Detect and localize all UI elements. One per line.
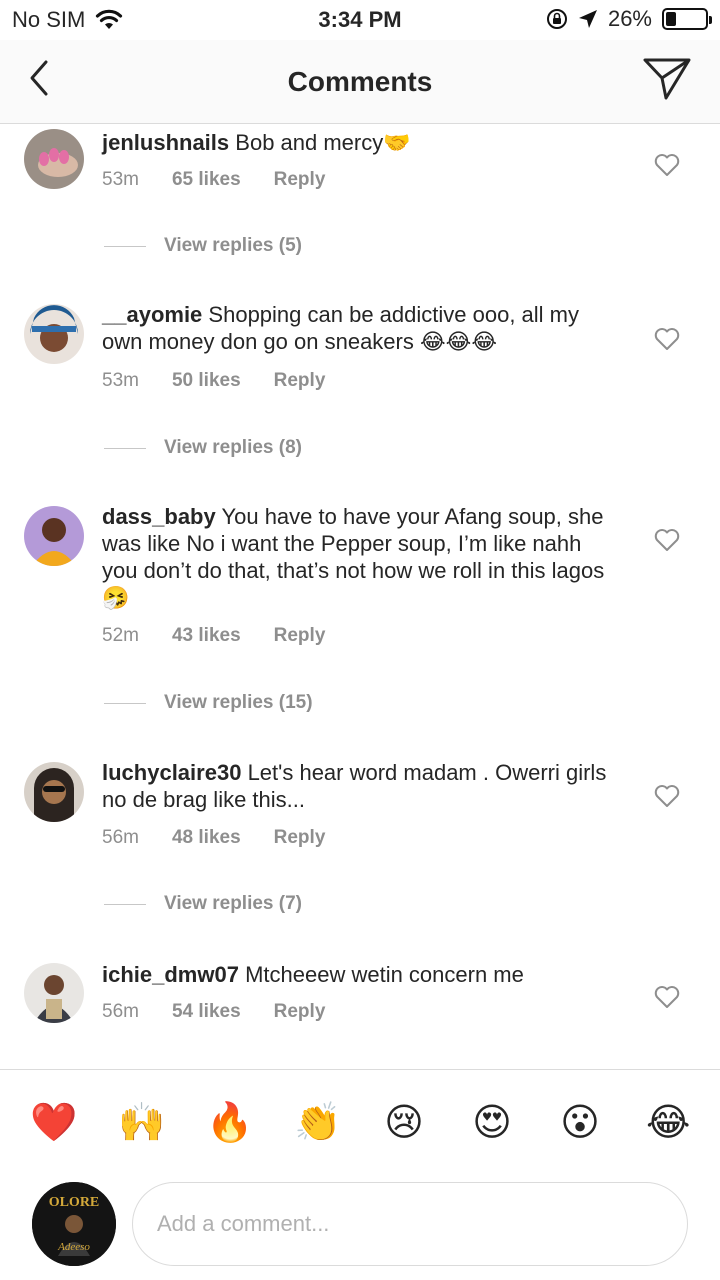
comments-list[interactable]: jenlushnails Bob and mercy🤝 53m 65 likes… [0,125,720,1069]
replies-divider [104,447,146,449]
comment-time: 53m [102,169,139,190]
emoji-raising-hands[interactable]: 🙌 [118,1100,165,1144]
battery-percent: 26% [607,6,652,31]
comment-meta: 53m 50 likes Reply [102,370,325,392]
emoji-fire[interactable]: 🔥 [206,1100,253,1144]
emoji-red-heart[interactable]: ❤️ [30,1100,77,1144]
comment-meta: 53m 65 likes Reply [102,169,325,191]
comment-meta: 56m 48 likes Reply [102,827,325,849]
page-title: Comments [287,66,433,97]
likes-count[interactable]: 43 likes [172,625,241,647]
view-replies-label[interactable]: View replies (5) [164,235,302,257]
likes-count[interactable]: 65 likes [172,169,241,191]
view-replies[interactable]: View replies (7) [104,893,302,915]
view-replies[interactable]: View replies (15) [104,692,313,714]
view-replies-label[interactable]: View replies (7) [164,893,302,915]
reply-button[interactable]: Reply [274,827,326,849]
view-replies[interactable]: View replies (5) [104,235,302,257]
comment-username[interactable]: dass_baby [102,504,216,529]
like-heart-icon[interactable] [654,985,680,1009]
emoji-surprised-face[interactable]: 😮 [558,1100,602,1144]
avatar-logo-sub: Adeeso [57,1241,90,1253]
comment-time: 56m [102,827,139,848]
emoji-clapping-hands[interactable]: 👏 [294,1100,341,1144]
emoji-heart-eyes[interactable]: 😍 [470,1100,514,1144]
avatar[interactable] [24,963,84,1023]
emoji-reaction-bar: ❤️ 🙌 🔥 👏 😢 😍 😮 😂 [0,1069,720,1177]
comment-time: 56m [102,1001,139,1022]
reply-button[interactable]: Reply [274,625,326,647]
likes-count[interactable]: 48 likes [172,827,241,849]
comment-body: __ayomie Shopping can be addictive ooo, … [102,301,622,355]
view-replies[interactable]: View replies (8) [104,437,302,459]
comment-username[interactable]: luchyclaire30 [102,760,241,785]
comment-meta: 52m 43 likes Reply [102,625,325,647]
replies-divider [104,245,146,247]
like-heart-icon[interactable] [654,327,680,351]
likes-count[interactable]: 54 likes [172,1001,241,1023]
comment-meta: 56m 54 likes Reply [102,1001,325,1023]
comment-body: ichie_dmw07 Mtcheeew wetin concern me [102,961,622,988]
like-heart-icon[interactable] [654,784,680,808]
orientation-lock-icon [546,9,567,29]
comment-body: dass_baby You have to have your Afang so… [102,503,622,611]
replies-divider [104,903,146,905]
nav-bar: Comments [0,40,720,124]
battery-icon [662,8,712,30]
status-bar: No SIM 3:34 PM 26% [0,0,720,40]
comment-text: Mtcheeew wetin concern me [245,962,524,987]
battery-fill [666,12,676,26]
comment-username[interactable]: __ayomie [102,302,202,327]
reply-button[interactable]: Reply [274,169,326,191]
comment-input[interactable] [132,1182,688,1266]
avatar[interactable] [24,762,84,822]
comment-composer: OLORE Adeeso [0,1177,720,1280]
my-avatar[interactable]: OLORE Adeeso [32,1182,116,1266]
reply-button[interactable]: Reply [274,1001,326,1023]
like-heart-icon[interactable] [654,528,680,552]
comment-body: jenlushnails Bob and mercy🤝 [102,129,622,156]
view-replies-label[interactable]: View replies (8) [164,437,302,459]
like-heart-icon[interactable] [654,153,680,177]
likes-count[interactable]: 50 likes [172,370,241,392]
comment-body: luchyclaire30 Let's hear word madam . Ow… [102,759,622,813]
status-right: 26% [546,6,712,32]
comment-username[interactable]: ichie_dmw07 [102,962,239,987]
comment-text: Bob and mercy🤝 [235,130,411,155]
avatar[interactable] [24,506,84,566]
comment-time: 53m [102,370,139,391]
emoji-tears-of-joy[interactable]: 😂 [646,1100,690,1144]
location-icon [578,10,597,28]
comment-time: 52m [102,625,139,646]
reply-button[interactable]: Reply [274,370,326,392]
direct-share-icon[interactable] [642,56,692,102]
replies-divider [104,702,146,704]
comment-username[interactable]: jenlushnails [102,130,229,155]
avatar-logo-text: OLORE [49,1195,100,1210]
emoji-crying-face[interactable]: 😢 [382,1100,426,1144]
avatar[interactable] [24,304,84,364]
view-replies-label[interactable]: View replies (15) [164,692,313,714]
avatar[interactable] [24,129,84,189]
